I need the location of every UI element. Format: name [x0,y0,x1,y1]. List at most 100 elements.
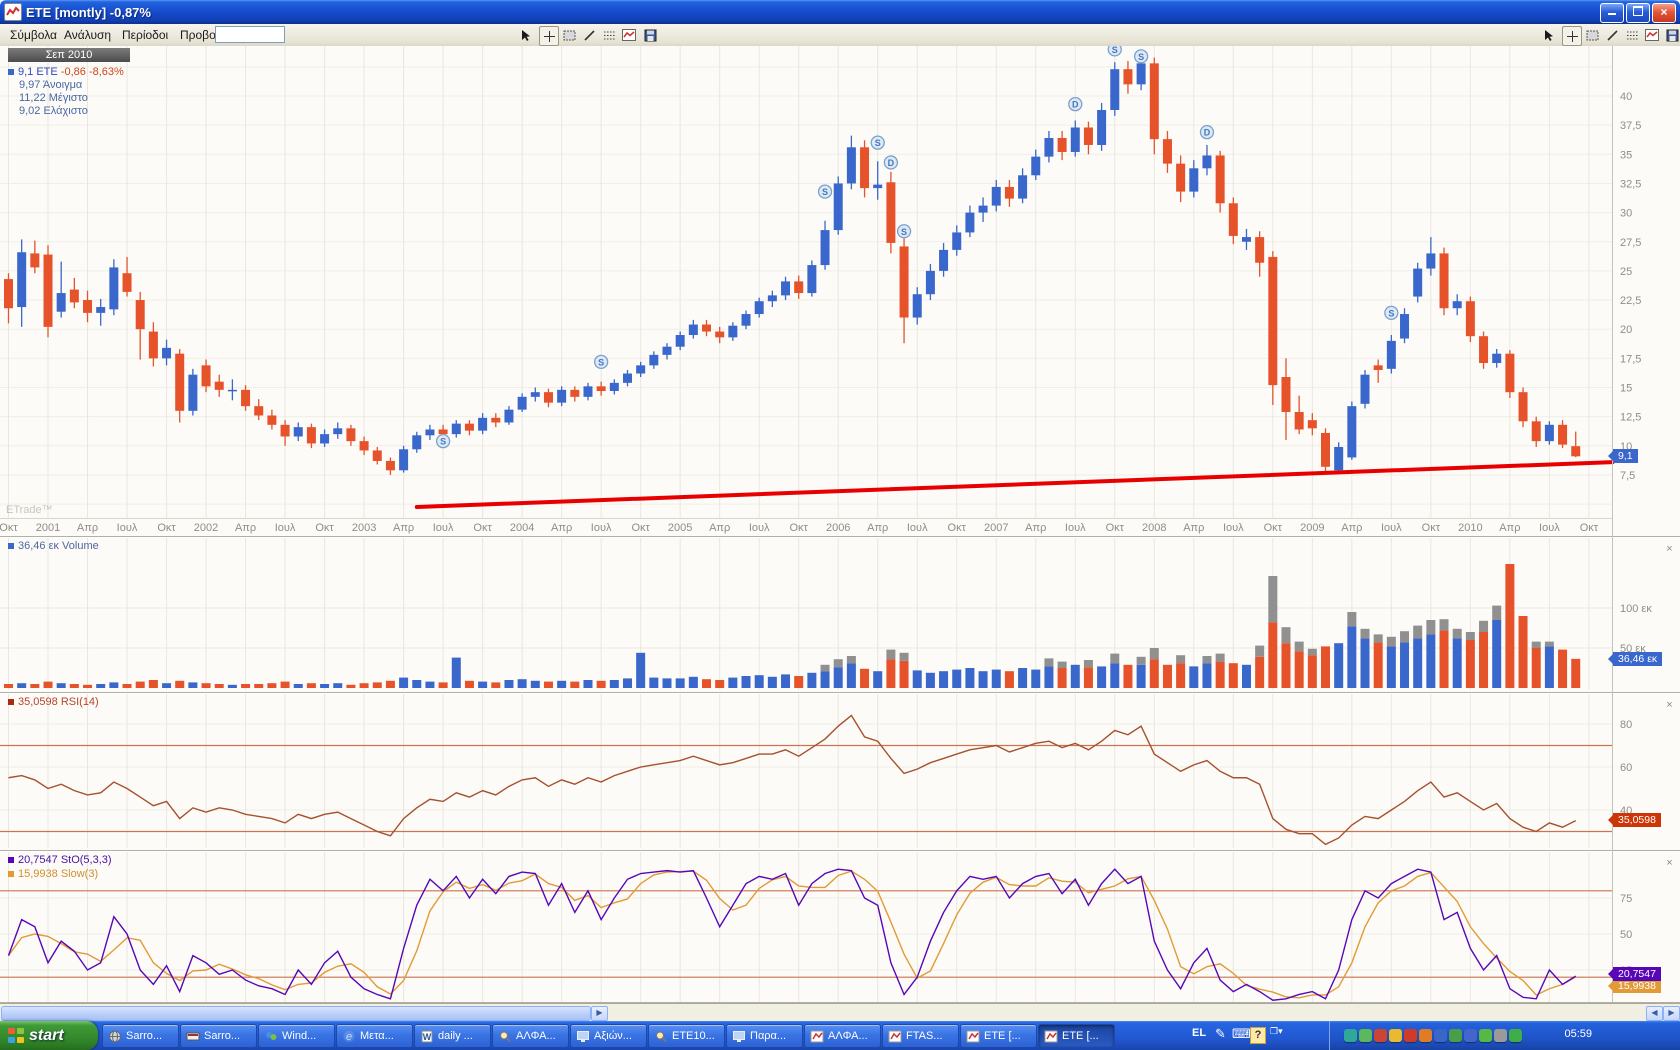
scroll-step-right-button[interactable]: ▶ [591,1006,608,1021]
taskbar: start Sarro...Sarro...Wind...eΜετα...Wda… [0,1021,1680,1050]
help-icon[interactable]: ? [1250,1027,1266,1044]
green-note-icon[interactable] [1479,1029,1492,1042]
window-title: ETE [montly] -0,87% [26,5,151,20]
save-tool-icon[interactable] [641,26,659,44]
taskbar-task-10[interactable]: ΑΛΦΑ... [804,1024,881,1048]
grid-tool-icon[interactable] [1623,26,1641,44]
titlebar[interactable]: ETE [montly] -0,87% × [0,0,1680,24]
taskbar-task-7[interactable]: Αξιών... [570,1024,647,1048]
trendline-tool-icon[interactable] [1603,26,1621,44]
menu-analysis[interactable]: Ανάλυση [60,27,115,43]
messenger-icon [264,1030,278,1043]
menu-symbols[interactable]: Σύμβολα [6,27,61,43]
volume-pane-close-icon[interactable]: × [1663,543,1676,556]
svg-text:D: D [1204,128,1211,138]
menu-periods[interactable]: Περίοδοι [118,27,172,43]
svg-text:Ιουλ: Ιουλ [1539,522,1560,534]
crosshair-tool-icon[interactable] [1562,26,1582,46]
scroll-right-button[interactable]: ▶ [1663,1006,1680,1021]
stochastic-pane-close-icon[interactable]: × [1663,857,1676,870]
scrollbar-thumb[interactable] [1,1006,591,1021]
svg-text:Οκτ: Οκτ [631,522,650,534]
taskbar-task-6[interactable]: ΑΛΦΑ... [492,1024,569,1048]
svg-text:2005: 2005 [668,522,692,534]
taskbar-task-3[interactable]: Wind... [258,1024,335,1048]
svg-text:32,5: 32,5 [1620,178,1641,190]
close-button[interactable]: × [1652,3,1676,23]
minimize-button[interactable] [1600,3,1624,23]
task-label: Sarro... [126,1030,162,1042]
taskbar-task-1[interactable]: Sarro... [102,1024,179,1048]
period-chip: Σεπ 2010 [8,48,130,62]
taskbar-task-8[interactable]: ΕΤΕ10... [648,1024,725,1048]
taskbar-task-12[interactable]: ETE [... [960,1024,1037,1048]
taskbar-task-13[interactable]: ETE [... [1038,1024,1115,1048]
chart-icon [810,1030,824,1043]
stoch-k-bullet-icon [8,857,14,863]
restore-button[interactable] [1626,3,1650,23]
chart-type-tool-icon[interactable] [1643,26,1661,44]
grid-tool-icon[interactable] [600,26,618,44]
svg-text:e: e [346,1031,352,1043]
green-eye-icon[interactable] [1449,1029,1462,1042]
pointer-tool-icon[interactable] [1540,26,1558,44]
blue-doc-icon[interactable] [1434,1029,1447,1042]
language-indicator[interactable]: EL [1192,1027,1206,1039]
ohlc-info-panel: Σεπ 2010 9,1 ETE -0,86 -8,63% 9,97 Άνοιγ… [8,48,130,118]
region-select-tool-icon[interactable] [1583,26,1601,44]
last-price-tag: 9,1 [1613,449,1638,463]
task-label: daily ... [438,1030,473,1042]
scroll-left-button[interactable]: ◀ [1646,1006,1663,1021]
red-app-icon[interactable] [1374,1029,1387,1042]
high-line: 11,22 Μέγιστο [8,92,130,105]
toolbar-options-icon[interactable]: ❐▾ [1270,1026,1283,1037]
security-shield-icon[interactable] [1389,1029,1402,1042]
region-select-tool-icon[interactable] [560,26,578,44]
svg-text:S: S [1138,52,1144,62]
svg-text:100 εκ: 100 εκ [1620,603,1652,615]
pointer-tool-icon[interactable] [517,26,535,44]
chart-type-tool-icon[interactable] [620,26,638,44]
svg-text:2001: 2001 [36,522,60,534]
ball-icon[interactable] [1464,1029,1477,1042]
taskbar-task-5[interactable]: Wdaily ... [414,1024,491,1048]
app-icon [186,1030,200,1043]
svg-text:17,5: 17,5 [1620,353,1641,365]
taskbar-task-2[interactable]: Sarro... [180,1024,257,1048]
green-circle-icon[interactable] [1509,1029,1522,1042]
svg-text:22,5: 22,5 [1620,295,1641,307]
stoch-d-bullet-icon [8,871,14,877]
taskbar-task-11[interactable]: FTAS... [882,1024,959,1048]
task-label: Sarro... [204,1030,240,1042]
start-button[interactable]: start [0,1021,98,1050]
svg-text:Απρ: Απρ [709,522,730,534]
task-label: ΕΤΕ10... [672,1030,715,1042]
messenger-agent-icon[interactable] [1359,1029,1372,1042]
monitor-icon [732,1030,746,1043]
orange-doc-icon[interactable] [1419,1029,1432,1042]
save-tool-icon[interactable] [1663,26,1680,44]
svg-text:20: 20 [1620,324,1632,336]
gray-device-icon[interactable] [1494,1029,1507,1042]
keyboard-icon[interactable]: ⌨ [1232,1026,1251,1042]
low-line: 9,02 Ελάχιστο [8,105,130,118]
trendline-tool-icon[interactable] [580,26,598,44]
svg-text:Ιουλ: Ιουλ [907,522,928,534]
taskbar-task-4[interactable]: eΜετα... [336,1024,413,1048]
svg-text:S: S [822,187,828,197]
svg-text:75: 75 [1620,893,1632,905]
teal-utility-icon[interactable] [1344,1029,1357,1042]
svg-text:2007: 2007 [984,522,1008,534]
crosshair-tool-icon[interactable] [539,26,559,46]
svg-text:Απρ: Απρ [1499,522,1520,534]
price-chart-svg[interactable]: SSSSDSDSSDS4037,53532,53027,52522,52017,… [0,46,1680,1003]
pen-input-icon[interactable]: ✎ [1215,1026,1226,1042]
rsi-pane-header: 35,0598 RSI(14) [8,696,99,708]
svg-text:W: W [423,1032,432,1042]
symbol-input[interactable] [215,26,285,43]
rsi-pane-close-icon[interactable]: × [1663,699,1676,712]
horizontal-scrollbar[interactable]: ▶ ◀ ▶ [0,1003,1680,1022]
red-badge-icon[interactable] [1404,1029,1417,1042]
search-icon [498,1030,512,1043]
taskbar-task-9[interactable]: Παρα... [726,1024,803,1048]
